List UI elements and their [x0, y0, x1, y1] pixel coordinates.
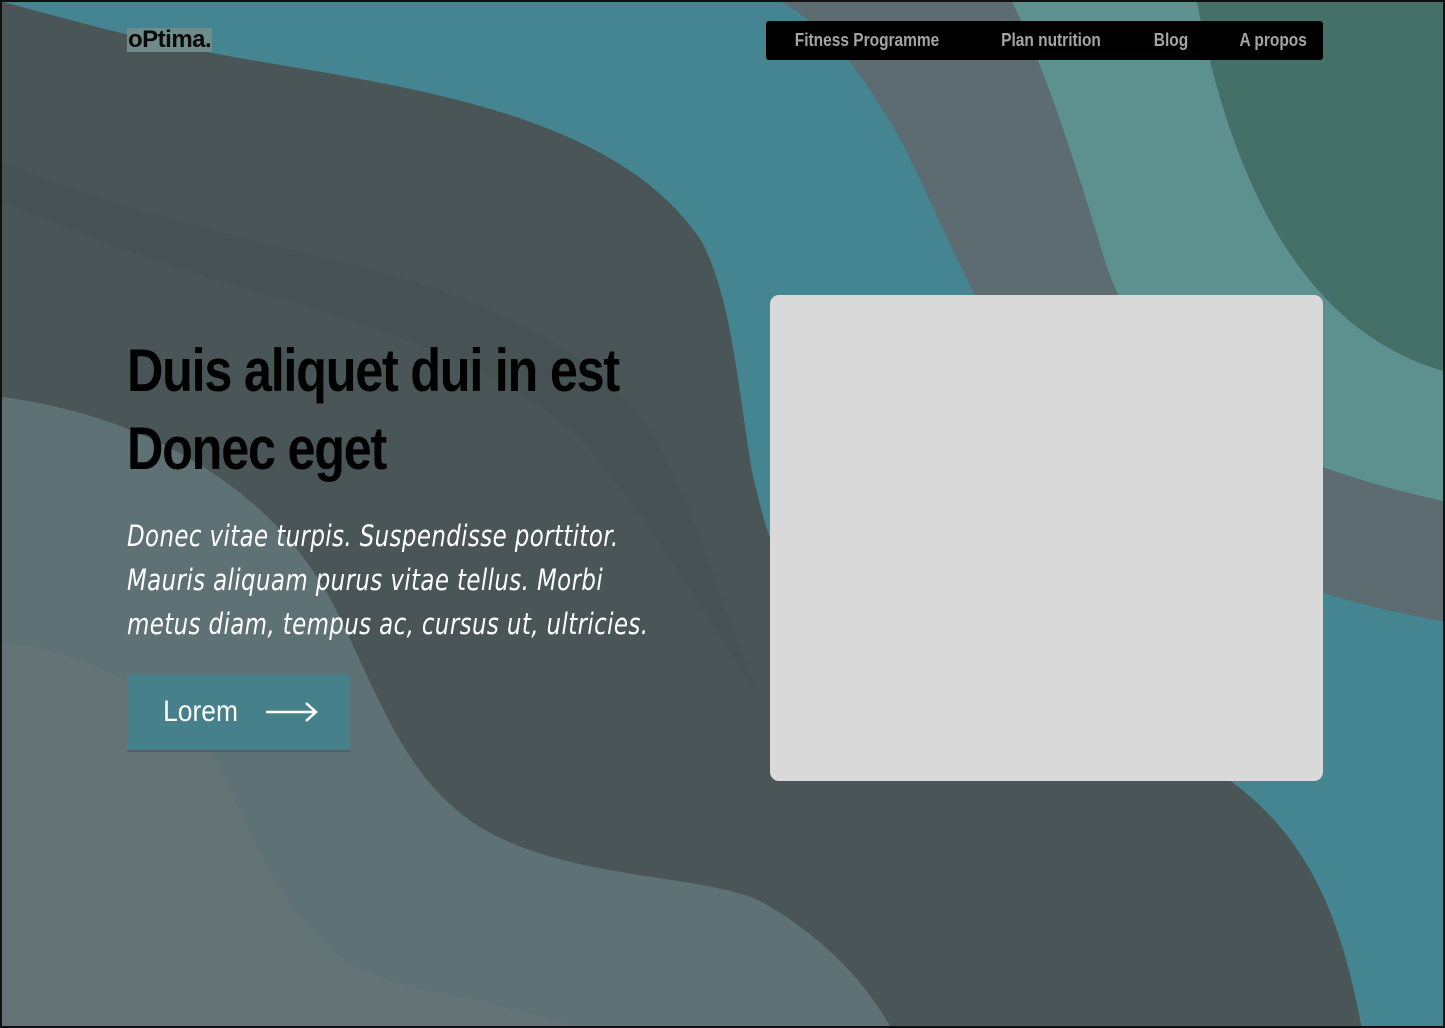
- arrow-right-icon: [266, 702, 318, 722]
- hero-subtitle-line-3: metus diam, tempus ac, cursus ut, ultric…: [127, 607, 649, 641]
- hero-headline: Duis aliquet dui in est Donec eget: [127, 332, 665, 488]
- hero-headline-line-2: Donec eget: [127, 415, 387, 482]
- hero-subtitle-line-2: Mauris aliquam purus vitae tellus. Morbi: [127, 563, 604, 597]
- page-frame: oPtima. Fitness Programme Plan nutrition…: [0, 0, 1445, 1028]
- nav-item-plan-nutrition[interactable]: Plan nutrition: [1001, 30, 1101, 51]
- nav-item-fitness-programme[interactable]: Fitness Programme: [795, 30, 940, 51]
- brand-logo[interactable]: oPtima.: [127, 28, 213, 52]
- nav-item-blog[interactable]: Blog: [1154, 30, 1188, 51]
- cta-button-label: Lorem: [163, 695, 238, 728]
- hero-headline-line-1: Duis aliquet dui in est: [127, 337, 620, 404]
- hero-image-placeholder: [770, 295, 1323, 781]
- main-nav: Fitness Programme Plan nutrition Blog A …: [766, 21, 1323, 60]
- hero-subtitle: Donec vitae turpis. Suspendisse porttito…: [127, 514, 649, 646]
- nav-item-a-propos[interactable]: A propos: [1239, 30, 1306, 51]
- cta-button[interactable]: Lorem: [127, 674, 350, 750]
- hero-subtitle-line-1: Donec vitae turpis. Suspendisse porttito…: [127, 519, 619, 553]
